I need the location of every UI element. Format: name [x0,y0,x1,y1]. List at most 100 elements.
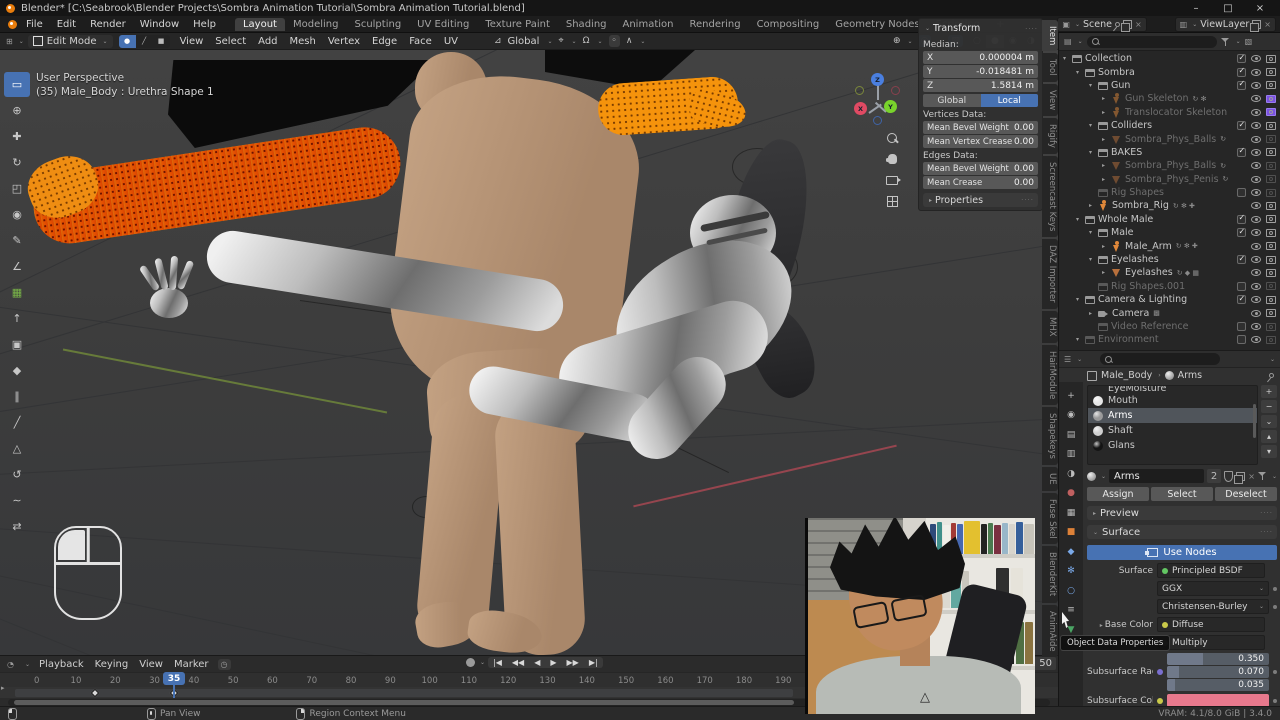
disable-render-icon[interactable] [1266,242,1276,250]
gizmo-z-ball[interactable]: Z [871,73,884,86]
slot-scrollbar[interactable] [1253,404,1256,438]
outliner-item-label[interactable]: Sombra_Rig [1112,200,1169,211]
remove-icon[interactable]: × [1264,20,1271,29]
assignment-button[interactable]: Deselect [1215,487,1277,501]
menu-item[interactable]: Help [186,18,223,31]
exclude-checkbox[interactable] [1237,148,1246,157]
tool-button[interactable]: ⊕ [4,98,30,123]
properties-tab[interactable]: ● [1062,486,1080,501]
outliner-item-label[interactable]: Male [1111,227,1134,238]
surface-panel-header[interactable]: ⌄Surface···· [1087,525,1277,539]
outliner-row[interactable]: ▾ Male [1059,226,1280,239]
properties-tab[interactable]: ◆ [1062,544,1080,559]
outliner-item-label[interactable]: Gun [1111,80,1130,91]
properties-tab[interactable]: ◉ [1062,408,1080,423]
tool-button[interactable]: ↑ [4,306,30,331]
hide-eye-icon[interactable] [1251,95,1261,102]
tool-button[interactable]: ⇄ [4,514,30,539]
menu-item[interactable]: Window [133,18,186,31]
outliner-row[interactable]: Video Reference [1059,320,1280,333]
hide-eye-icon[interactable] [1251,189,1261,196]
disable-render-icon[interactable] [1266,282,1276,290]
sidebar-tab[interactable]: View [1042,84,1058,116]
camera-view-button[interactable] [884,172,900,188]
expand-arrow[interactable]: ▾ [1063,55,1072,62]
filter-icon[interactable] [1221,38,1230,46]
sidebar-tab[interactable]: BlenderKit [1042,546,1058,602]
outliner-row[interactable]: ▾ Collection [1059,52,1280,65]
gizmo-x-ball[interactable]: X [854,102,867,115]
exclude-checkbox[interactable] [1237,335,1246,344]
disable-render-icon[interactable] [1266,229,1276,237]
slot-button[interactable]: ▴ [1261,430,1277,443]
outliner-item-label[interactable]: Eyelashes [1125,267,1173,278]
show-gizmo-icon[interactable]: ⊕ [893,36,901,46]
viewport-menu-item[interactable]: UV [438,36,464,47]
outliner-row[interactable]: ▾ BAKES [1059,146,1280,159]
outliner-item-label[interactable]: Sombra [1098,67,1135,78]
timeline-editor-icon[interactable]: ◔ [7,660,14,669]
timeline-menu-item[interactable]: View [139,659,163,670]
outliner-item-label[interactable]: Environment [1098,334,1159,345]
region-expand-arrow[interactable]: ▸ [1,684,5,692]
viewport-menu-item[interactable]: Mesh [284,36,322,47]
outliner-row[interactable]: ▸ Translocator Skeleton [1059,106,1280,119]
outliner-row[interactable]: ▸ Sombra_Phys_Balls ↻ [1059,132,1280,145]
tool-button[interactable]: ◆ [4,358,30,383]
maximize-button[interactable]: □ [1212,0,1244,16]
face-select-button[interactable]: ■ [153,35,170,48]
animate-dot[interactable] [1273,587,1277,591]
breadcrumb-object[interactable]: Male_Body [1101,370,1152,381]
slot-button[interactable]: ▾ [1261,445,1277,458]
minimize-button[interactable]: – [1180,0,1212,16]
material-datablock-icon[interactable] [1087,472,1096,481]
unlink-icon[interactable]: × [1135,20,1142,29]
material-name-field[interactable]: Arms [1109,469,1204,483]
expand-arrow[interactable]: ▾ [1089,256,1098,263]
expand-arrow[interactable]: ▾ [1076,216,1085,223]
properties-tab[interactable]: ▥ [1062,447,1080,462]
hide-eye-icon[interactable] [1251,243,1261,250]
hide-eye-icon[interactable] [1251,109,1261,116]
expand-arrow[interactable]: ▾ [1089,229,1098,236]
breadcrumb-material[interactable]: Arms [1178,370,1202,381]
material-slot[interactable]: Glans [1088,438,1257,453]
use-nodes-button[interactable]: Use Nodes [1087,545,1277,560]
hide-eye-icon[interactable] [1251,162,1261,169]
menu-item[interactable]: Render [83,18,133,31]
gizmo-neg-x-ring[interactable] [891,86,900,95]
hide-eye-icon[interactable] [1251,283,1261,290]
properties-tab[interactable]: ■ [1062,525,1080,540]
tool-button[interactable]: ◉ [4,202,30,227]
outliner-row[interactable]: ▾ Environment [1059,333,1280,346]
radius-slider[interactable]: 0.350 [1167,653,1269,665]
sidebar-tab[interactable]: Tool [1042,53,1058,82]
radius-slider[interactable]: 0.070 [1167,666,1269,678]
disable-render-icon[interactable] [1266,175,1276,183]
material-slot[interactable]: Arms [1088,408,1257,423]
disable-render-icon[interactable] [1266,202,1276,210]
navigation-gizmo[interactable]: Z X Y [846,72,910,132]
median-axis-field[interactable]: Z1.5814 m [923,79,1038,92]
slot-button[interactable]: + [1261,385,1277,398]
disable-render-icon[interactable] [1266,269,1276,277]
exclude-checkbox[interactable] [1237,121,1246,130]
copy-icon[interactable] [1252,20,1261,29]
hide-eye-icon[interactable] [1251,310,1261,317]
blender-menu-icon[interactable] [8,20,17,29]
properties-tab[interactable]: ✻ [1062,564,1080,579]
outliner-row[interactable]: ▸ Sombra_Rig ↻ ✻ ✚ [1059,199,1280,212]
scrollbar-thumb[interactable] [14,700,794,705]
proportional-editing-icon[interactable]: ◦ [609,35,620,47]
workspace-tab[interactable]: Texture Paint [477,18,558,31]
expand-arrow[interactable]: ▸ [1102,109,1111,116]
hide-eye-icon[interactable] [1251,149,1261,156]
new-collection-icon[interactable]: ▧ [1245,37,1253,46]
vertex-select-button[interactable]: ● [119,35,136,48]
properties-editor-icon[interactable]: ☰ [1064,355,1071,364]
base-color-field[interactable]: Diffuse [1157,617,1265,632]
subsurface-method-dropdown[interactable]: Christensen-Burley⌄ [1157,599,1269,614]
expand-arrow[interactable]: ▾ [1076,336,1085,343]
outliner-item-label[interactable]: Rig Shapes.001 [1111,281,1185,292]
outliner-row[interactable]: ▾ Eyelashes [1059,253,1280,266]
